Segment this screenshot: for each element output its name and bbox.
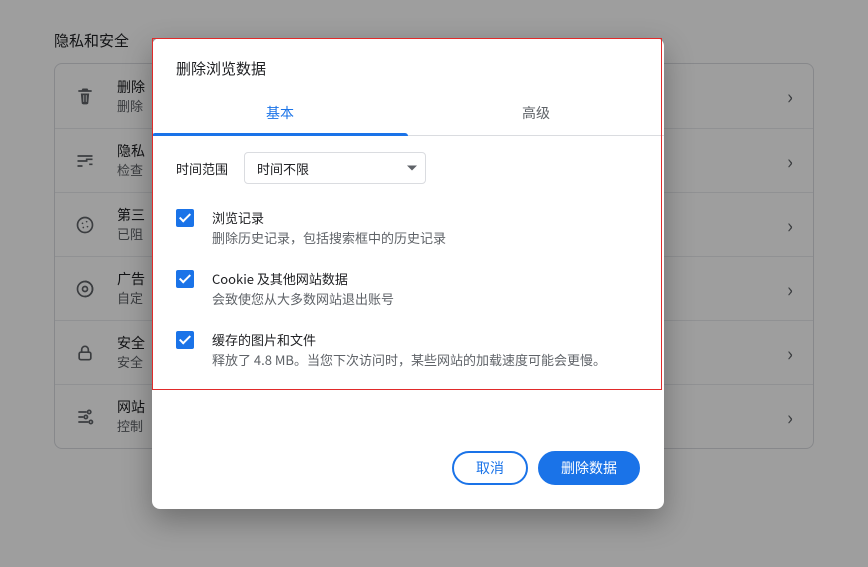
time-range-select[interactable]: 时间不限: [244, 152, 426, 184]
time-range-row: 时间范围 时间不限: [176, 152, 640, 184]
option-title: Cookie 及其他网站数据: [212, 269, 394, 289]
time-range-label: 时间范围: [176, 159, 228, 178]
option-browsing-history: 浏览记录 删除历史记录，包括搜索框中的历史记录: [176, 208, 640, 247]
option-title: 浏览记录: [212, 208, 446, 228]
time-range-value: 时间不限: [257, 159, 309, 178]
option-subtitle: 会致使您从大多数网站退出账号: [212, 289, 394, 309]
tab-advanced[interactable]: 高级: [408, 93, 664, 135]
checkbox-cookies[interactable]: [176, 270, 194, 288]
checkbox-cache[interactable]: [176, 331, 194, 349]
dialog-tabs: 基本 高级: [152, 93, 664, 136]
option-texts: Cookie 及其他网站数据 会致使您从大多数网站退出账号: [212, 269, 394, 308]
checkbox-browsing-history[interactable]: [176, 209, 194, 227]
clear-browsing-data-dialog: 删除浏览数据 基本 高级 时间范围 时间不限 浏览记录 删除历史记录，包括搜索框…: [152, 38, 664, 509]
tab-basic[interactable]: 基本: [152, 93, 408, 135]
option-title: 缓存的图片和文件: [212, 330, 606, 350]
cancel-button[interactable]: 取消: [452, 451, 528, 485]
dialog-body: 时间范围 时间不限 浏览记录 删除历史记录，包括搜索框中的历史记录 Cookie…: [152, 136, 664, 391]
dialog-title: 删除浏览数据: [152, 38, 664, 93]
dialog-actions: 取消 删除数据: [152, 391, 664, 509]
option-cookies: Cookie 及其他网站数据 会致使您从大多数网站退出账号: [176, 269, 640, 308]
option-subtitle: 删除历史记录，包括搜索框中的历史记录: [212, 228, 446, 248]
option-texts: 缓存的图片和文件 释放了 4.8 MB。当您下次访问时，某些网站的加载速度可能会…: [212, 330, 606, 369]
option-texts: 浏览记录 删除历史记录，包括搜索框中的历史记录: [212, 208, 446, 247]
chevron-down-icon: [407, 166, 417, 171]
option-cache: 缓存的图片和文件 释放了 4.8 MB。当您下次访问时，某些网站的加载速度可能会…: [176, 330, 640, 369]
option-subtitle: 释放了 4.8 MB。当您下次访问时，某些网站的加载速度可能会更慢。: [212, 350, 606, 370]
confirm-button[interactable]: 删除数据: [538, 451, 640, 485]
